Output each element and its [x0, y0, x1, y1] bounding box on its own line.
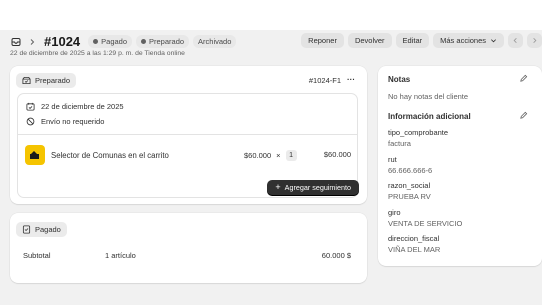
- field-value: factura: [388, 139, 411, 148]
- chevron-down-icon: [491, 39, 496, 43]
- header-actions: Reponer Devolver Editar Más acciones: [301, 33, 542, 48]
- chevron-right-icon: [533, 38, 537, 43]
- no-shipping-icon: [26, 117, 35, 126]
- field-label: giro: [388, 208, 401, 217]
- calendar-check-icon: [26, 102, 35, 111]
- field-value: VENTA DE SERVICIO: [388, 219, 463, 228]
- fulfilled-status-pill: Preparado: [16, 73, 77, 88]
- field-label: razon_social: [388, 181, 431, 190]
- fulfilled-dot-icon: [141, 39, 147, 44]
- status-badge-fulfilled: Preparado: [136, 35, 190, 48]
- previous-order-button[interactable]: [508, 33, 523, 48]
- field-value: 66.666.666-6: [388, 166, 433, 175]
- field-label: tipo_comprobante: [388, 128, 449, 137]
- notes-text: No hay notas del cliente: [388, 92, 469, 101]
- fulfillment-date-row: 22 de diciembre de 2025: [26, 102, 124, 111]
- paid-dot-icon: [93, 39, 99, 44]
- line-total: $60.000: [323, 150, 351, 159]
- line-divider: [18, 134, 357, 135]
- unit-price: $60.000: [244, 151, 272, 160]
- notes-title: Notas: [388, 75, 411, 84]
- field-value: VIÑA DEL MAR: [388, 245, 441, 254]
- more-actions-button[interactable]: Más acciones: [433, 33, 504, 48]
- edit-additional-info-pencil-icon[interactable]: [519, 111, 528, 120]
- receipt-check-icon: [22, 225, 31, 234]
- product-image-icon: [30, 151, 39, 159]
- field-value: PRUEBA RV: [388, 192, 431, 201]
- top-bar: [0, 0, 542, 30]
- fulfillment-more-button[interactable]: ···: [347, 75, 355, 84]
- fulfillment-id: #1024-F1: [308, 76, 341, 85]
- subtotal-value: 60.000 $: [321, 251, 351, 260]
- shipping-row: Envío no requerido: [26, 117, 104, 126]
- add-tracking-button[interactable]: + Agregar seguimiento: [267, 180, 359, 195]
- product-thumbnail[interactable]: [25, 145, 45, 165]
- field-label: direccion_fiscal: [388, 234, 440, 243]
- order-header: #1024 Pagado Preparado Archivado: [10, 34, 237, 49]
- edit-notes-pencil-icon[interactable]: [519, 74, 528, 83]
- page-title: #1024: [44, 34, 81, 49]
- line-item-pricing: $60.000 × 1: [244, 150, 297, 161]
- quantity-badge: 1: [285, 150, 297, 161]
- chevron-right-icon[interactable]: [26, 36, 38, 48]
- payment-card: Pagado Subtotal 1 artículo 60.000 $: [10, 213, 367, 283]
- additional-info-title: Información adicional: [388, 112, 471, 121]
- status-badge-archived: Archivado: [193, 35, 237, 48]
- return-button[interactable]: Devolver: [347, 33, 392, 48]
- product-name-link[interactable]: Selector de Comunas en el carrito: [51, 151, 169, 160]
- fulfilled-box-icon: [22, 76, 31, 85]
- restock-button[interactable]: Reponer: [301, 33, 344, 48]
- next-order-button[interactable]: [527, 33, 542, 48]
- order-icon: [10, 36, 22, 48]
- fulfillment-card: Preparado #1024-F1 ··· 22 de diciembre d…: [10, 66, 367, 204]
- status-badge-paid: Pagado: [88, 35, 133, 48]
- plus-icon: +: [275, 182, 281, 192]
- chevron-left-icon: [513, 38, 517, 43]
- subtotal-items: 1 artículo: [105, 251, 136, 260]
- line-item: Selector de Comunas en el carrito: [25, 145, 169, 165]
- paid-status-pill: Pagado: [16, 222, 67, 237]
- notes-card: Notas No hay notas del cliente Informaci…: [378, 66, 542, 266]
- subtotal-label: Subtotal: [23, 251, 51, 260]
- times-sign: ×: [276, 151, 281, 160]
- field-label: rut: [388, 155, 397, 164]
- edit-button[interactable]: Editar: [395, 33, 430, 48]
- order-subtitle: 22 de diciembre de 2025 a las 1:29 p. m.…: [10, 50, 185, 57]
